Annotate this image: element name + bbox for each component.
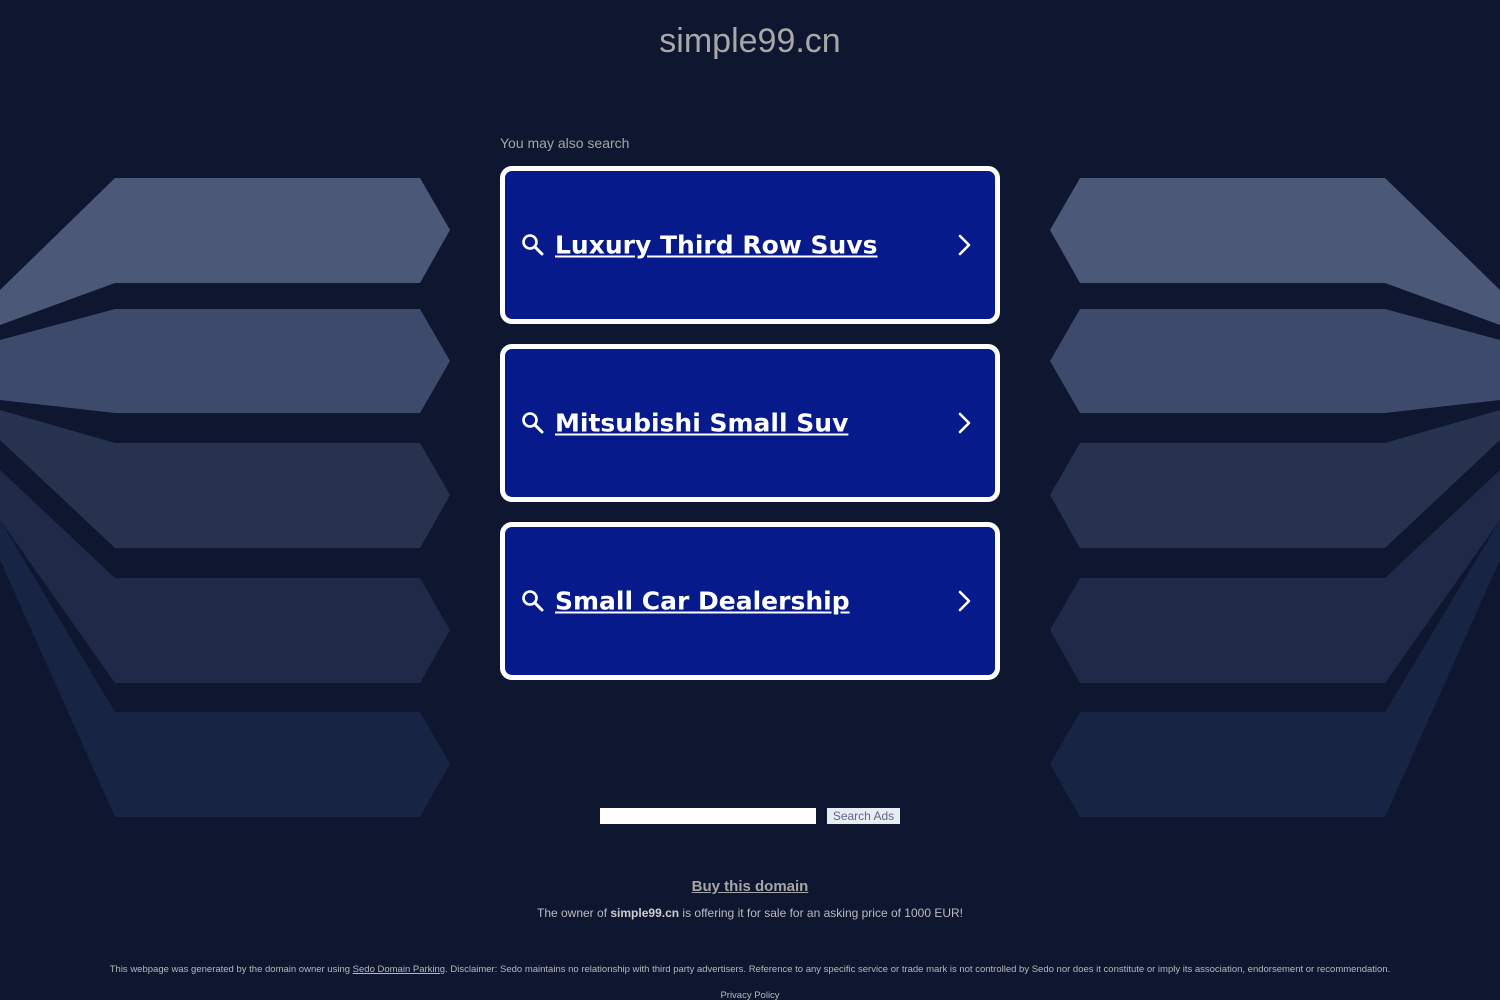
disclaimer-text: . Disclaimer: Sedo maintains no relation… <box>445 964 1391 975</box>
search-ads-button[interactable]: Search Ads <box>827 808 900 824</box>
search-icon <box>522 412 544 434</box>
related-search-link-2[interactable]: Mitsubishi Small Suv <box>500 344 1000 502</box>
disclaimer: This webpage was generated by the domain… <box>0 964 1500 975</box>
related-search-label[interactable]: Small Car Dealership <box>555 587 850 616</box>
sale-notice-suffix: is offering it for sale for an asking pr… <box>682 906 964 920</box>
bg-band-left-1 <box>0 178 450 325</box>
chevron-right-icon <box>958 412 971 434</box>
search-icon <box>522 234 544 256</box>
related-search-label[interactable]: Luxury Third Row Suvs <box>555 231 878 260</box>
bg-band-right-1 <box>1050 178 1500 325</box>
sale-notice: The owner of simple99.cn is offering it … <box>0 906 1500 920</box>
privacy-policy-link[interactable]: Privacy Policy <box>720 990 779 1000</box>
bg-band-right-2 <box>1050 309 1500 413</box>
search-icon <box>522 590 544 612</box>
sale-notice-prefix: The owner of <box>536 906 608 920</box>
related-search-link-1[interactable]: Luxury Third Row Suvs <box>500 166 1000 324</box>
bg-band-left-3 <box>0 410 450 548</box>
domain-title: simple99.cn <box>659 22 841 60</box>
disclaimer-prefix: This webpage was generated by the domain… <box>109 964 351 975</box>
related-searches-heading: You may also search <box>500 135 630 151</box>
related-searches-list: Luxury Third Row Suvs Mitsubishi Small S… <box>500 166 1000 700</box>
sedo-parking-link[interactable]: Sedo Domain Parking <box>353 964 445 975</box>
privacy-section: Privacy Policy <box>0 990 1500 1000</box>
related-search-label[interactable]: Mitsubishi Small Suv <box>555 409 848 438</box>
bg-band-right-3 <box>1050 410 1500 548</box>
buy-domain-link[interactable]: Buy this domain <box>692 878 809 895</box>
related-search-link-3[interactable]: Small Car Dealership <box>500 522 1000 680</box>
chevron-right-icon <box>958 590 971 612</box>
bg-band-left-2 <box>0 309 450 413</box>
search-ads-form: Search Ads <box>600 807 900 825</box>
buy-domain-section: Buy this domain <box>0 878 1500 896</box>
page: simple99.cn You may also search Luxury T… <box>0 0 1500 1000</box>
chevron-right-icon <box>958 234 971 256</box>
sale-notice-domain: simple99.cn <box>610 906 680 920</box>
search-input[interactable] <box>600 808 816 824</box>
